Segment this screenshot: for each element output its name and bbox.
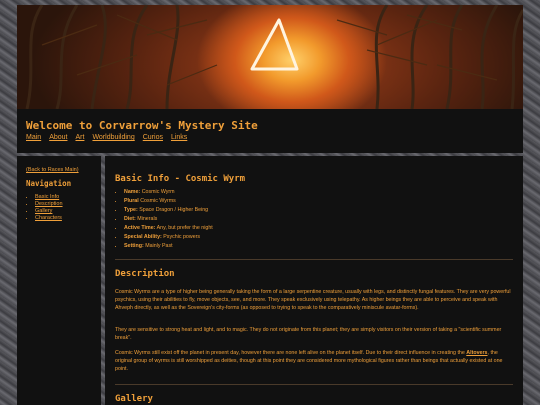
info-row: Special Ability: Psychic powers — [124, 233, 213, 242]
nav-link-worldbuilding[interactable]: Worldbuilding — [92, 134, 134, 141]
sidebar-link-description[interactable]: Description — [35, 201, 63, 207]
info-row: Type: Space Dragon / Higher Being — [124, 206, 213, 215]
site-title: Welcome to Corvarrow's Mystery Site — [26, 119, 258, 132]
sidebar-link-basic-info[interactable]: Basic Info — [35, 194, 59, 200]
main-content: Basic Info - Cosmic Wyrm Name: Cosmic Wy… — [105, 156, 523, 405]
info-label: Type: — [124, 207, 138, 213]
sidebar-link-characters[interactable]: Characters — [35, 215, 62, 221]
sidebar-heading: Navigation — [26, 179, 72, 188]
sidebar-link-gallery[interactable]: Gallery — [35, 208, 52, 214]
nav-link-art[interactable]: Art — [75, 134, 84, 141]
info-row: Setting: Mainly Past — [124, 242, 213, 251]
info-value: Space Dragon / Higher Being — [139, 207, 209, 213]
nav-link-about[interactable]: About — [49, 134, 67, 141]
basic-info-list: Name: Cosmic Wyrm Plural Cosmic Wyrms Ty… — [115, 188, 213, 251]
info-value: Cosmic Wyrm — [141, 189, 175, 195]
info-row: Active Time: Any, but prefer the night — [124, 224, 213, 233]
info-value: Psychic powers — [163, 234, 201, 240]
basic-info-title: Basic Info - Cosmic Wyrm — [115, 174, 246, 184]
site-header: Welcome to Corvarrow's Mystery Site Main… — [17, 109, 523, 153]
sidebar-item: Characters — [35, 215, 63, 222]
sidebar-item: Gallery — [35, 208, 63, 215]
sidebar-item: Description — [35, 201, 63, 208]
info-row: Name: Cosmic Wyrm — [124, 188, 213, 197]
nav-link-curios[interactable]: Curios — [143, 134, 163, 141]
description-title: Description — [115, 269, 175, 279]
description-paragraph: Cosmic Wyrms still exist off the planet … — [115, 349, 513, 373]
nav-link-links[interactable]: Links — [171, 134, 187, 141]
sidebar: (Back to Races Main) Navigation Basic In… — [17, 156, 101, 405]
forest-triangle-artwork — [25, 5, 523, 109]
nav-link-main[interactable]: Main — [26, 134, 41, 141]
divider — [115, 384, 513, 385]
sidebar-item: Basic Info — [35, 194, 63, 201]
info-label: Active Time: — [124, 225, 156, 231]
divider — [115, 259, 513, 260]
gallery-title: Gallery — [115, 394, 153, 404]
header-banner — [17, 5, 523, 109]
top-nav: Main About Art Worldbuilding Curios Link… — [26, 134, 187, 141]
back-to-races-link[interactable]: (Back to Races Main) — [26, 167, 79, 173]
info-value: Minerals — [137, 216, 158, 222]
description-paragraph: They are sensitive to strong heat and li… — [115, 327, 502, 341]
info-label: Plural — [124, 198, 139, 204]
info-value: Cosmic Wyrms — [140, 198, 176, 204]
sidebar-nav-list: Basic Info Description Gallery Character… — [27, 194, 63, 222]
info-value: Mainly Past — [145, 243, 173, 249]
info-label: Diet: — [124, 216, 136, 222]
info-row: Diet: Minerals — [124, 215, 213, 224]
description-text: Cosmic Wyrms still exist off the planet … — [115, 350, 467, 356]
info-label: Special Ability: — [124, 234, 162, 240]
description-paragraph: Cosmic Wyrms are a type of higher being … — [115, 289, 511, 311]
altovers-link[interactable]: Altovers — [466, 350, 487, 356]
info-label: Setting: — [124, 243, 144, 249]
info-value: Any, but prefer the night — [156, 225, 213, 231]
info-label: Name: — [124, 189, 141, 195]
info-row: Plural Cosmic Wyrms — [124, 197, 213, 206]
